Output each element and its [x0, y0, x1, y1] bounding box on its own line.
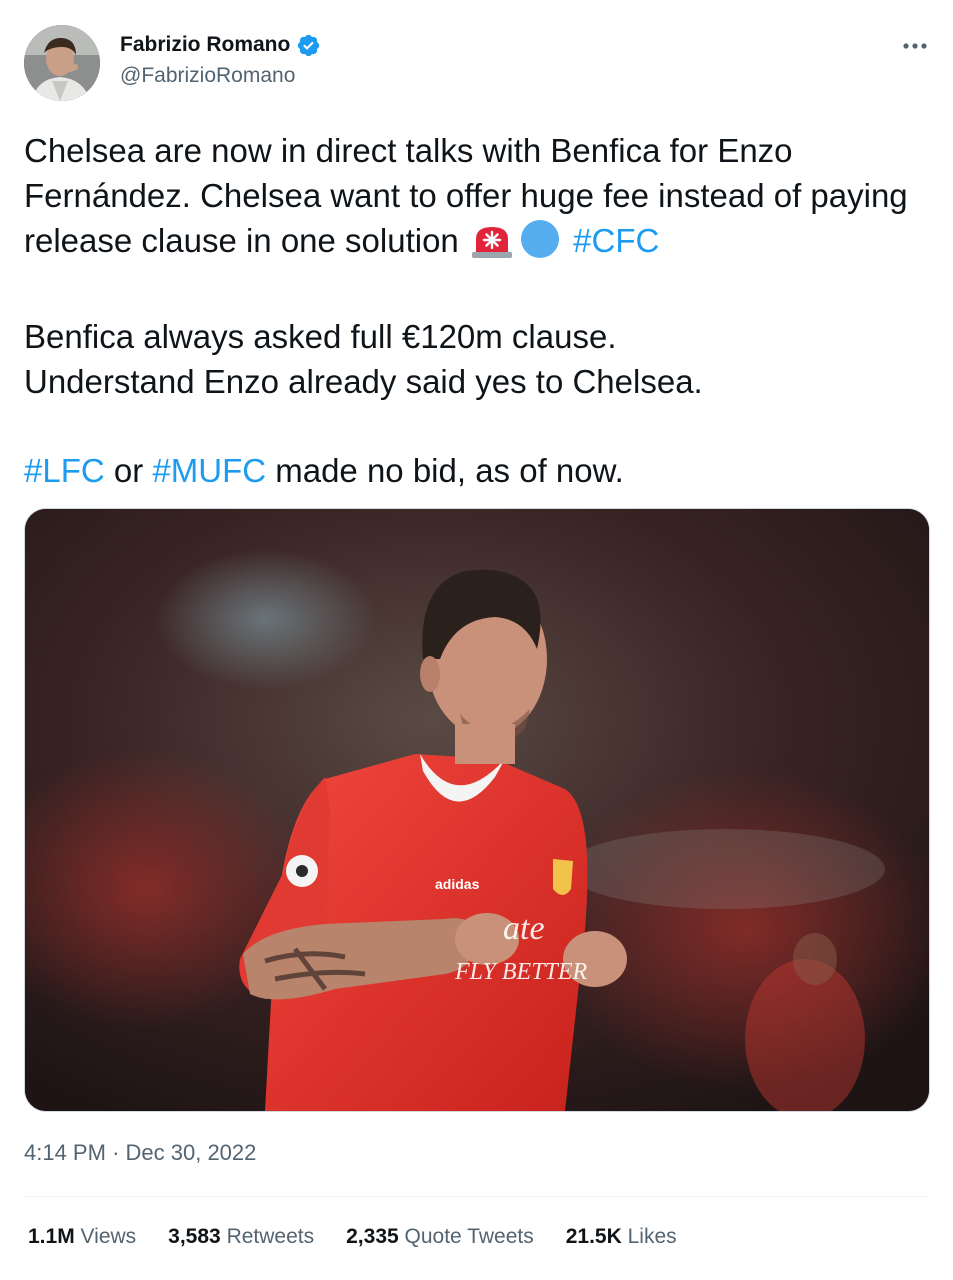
retweets-label: Retweets: [226, 1225, 315, 1248]
tweet-line-2a: Benfica always asked full €120m clause.: [24, 318, 617, 355]
likes-label: Likes: [627, 1225, 677, 1248]
engagement-stats: 1.1M Views 3,583 Retweets 2,335 Quote Tw…: [28, 1225, 677, 1249]
quote-tweets-count: 2,335: [346, 1225, 399, 1248]
author-handle[interactable]: @FabrizioRomano: [120, 64, 321, 88]
quote-tweets-label: Quote Tweets: [404, 1225, 534, 1248]
more-options-icon[interactable]: [901, 32, 929, 60]
kit-brand-text: adidas: [435, 876, 480, 892]
tweet-line-2b: Understand Enzo already said yes to Chel…: [24, 363, 703, 400]
tweet-paragraph-3: #LFC or #MUFC made no bid, as of now.: [24, 448, 924, 493]
tweet-word-or: or: [113, 452, 144, 489]
author-avatar[interactable]: [24, 25, 100, 101]
siren-emoji-icon: [470, 225, 514, 270]
svg-text:ate: ate: [503, 910, 545, 947]
footballer-photo: adidas ate FLY BETTER: [25, 509, 929, 1111]
tweet-media-photo[interactable]: adidas ate FLY BETTER: [24, 508, 930, 1112]
author-display-name[interactable]: Fabrizio Romano: [120, 33, 290, 57]
hashtag-cfc[interactable]: #CFC: [573, 222, 659, 259]
quote-tweets-stat[interactable]: 2,335 Quote Tweets: [346, 1225, 534, 1249]
stats-divider: [24, 1196, 928, 1197]
blue-circle-emoji-icon: [518, 219, 562, 270]
views-stat[interactable]: 1.1M Views: [28, 1225, 136, 1249]
views-count: 1.1M: [28, 1225, 75, 1248]
tweet-paragraph-2: Benfica always asked full €120m clause. …: [24, 314, 924, 404]
author-block: Fabrizio Romano @FabrizioRomano: [120, 30, 321, 88]
likes-count: 21.5K: [565, 1225, 622, 1248]
retweets-count: 3,583: [168, 1225, 221, 1248]
timestamp-separator: ·: [112, 1140, 120, 1165]
tweet-timestamp: 4:14 PM · Dec 30, 2022: [24, 1140, 256, 1166]
likes-stat[interactable]: 21.5K Likes: [566, 1225, 677, 1249]
tweet-time[interactable]: 4:14 PM: [24, 1140, 106, 1165]
verified-badge-icon[interactable]: [296, 33, 321, 58]
svg-text:FLY BETTER: FLY BETTER: [454, 959, 588, 985]
tweet-paragraph-1: Chelsea are now in direct talks with Ben…: [24, 128, 924, 270]
tweet-line-1: Chelsea are now in direct talks with Ben…: [24, 132, 908, 259]
author-name-row: Fabrizio Romano: [120, 30, 321, 60]
tweet-text: Chelsea are now in direct talks with Ben…: [24, 128, 924, 493]
views-label: Views: [80, 1225, 137, 1248]
retweets-stat[interactable]: 3,583 Retweets: [168, 1225, 314, 1249]
hashtag-lfc[interactable]: #LFC: [24, 452, 105, 489]
avatar-photo: [24, 25, 100, 101]
hashtag-mufc[interactable]: #MUFC: [152, 452, 266, 489]
tweet-date[interactable]: Dec 30, 2022: [126, 1140, 257, 1165]
tweet-line-3-tail: made no bid, as of now.: [275, 452, 624, 489]
